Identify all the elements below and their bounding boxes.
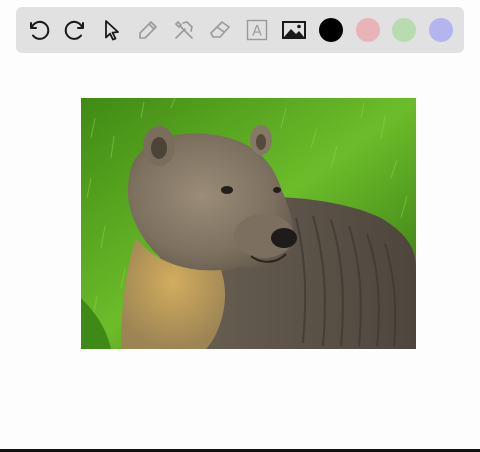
pencil-icon[interactable] [136, 18, 160, 42]
text-icon[interactable]: A [245, 18, 269, 42]
toolbar: A [16, 7, 464, 53]
text-tool-glyph: A [252, 24, 262, 40]
tools-icon[interactable] [172, 18, 196, 42]
pointer-icon[interactable] [100, 18, 124, 42]
color-swatch-lavender[interactable] [429, 18, 453, 42]
image-icon[interactable] [281, 18, 307, 42]
drawing-app: A [0, 0, 480, 452]
bear-photo[interactable] [81, 98, 416, 349]
color-swatch-green[interactable] [392, 18, 416, 42]
undo-icon[interactable] [27, 18, 51, 42]
redo-icon[interactable] [63, 18, 87, 42]
drawing-canvas[interactable] [0, 60, 480, 452]
eraser-icon[interactable] [208, 18, 232, 42]
color-swatch-pink[interactable] [356, 18, 380, 42]
color-swatch-black[interactable] [319, 18, 343, 42]
